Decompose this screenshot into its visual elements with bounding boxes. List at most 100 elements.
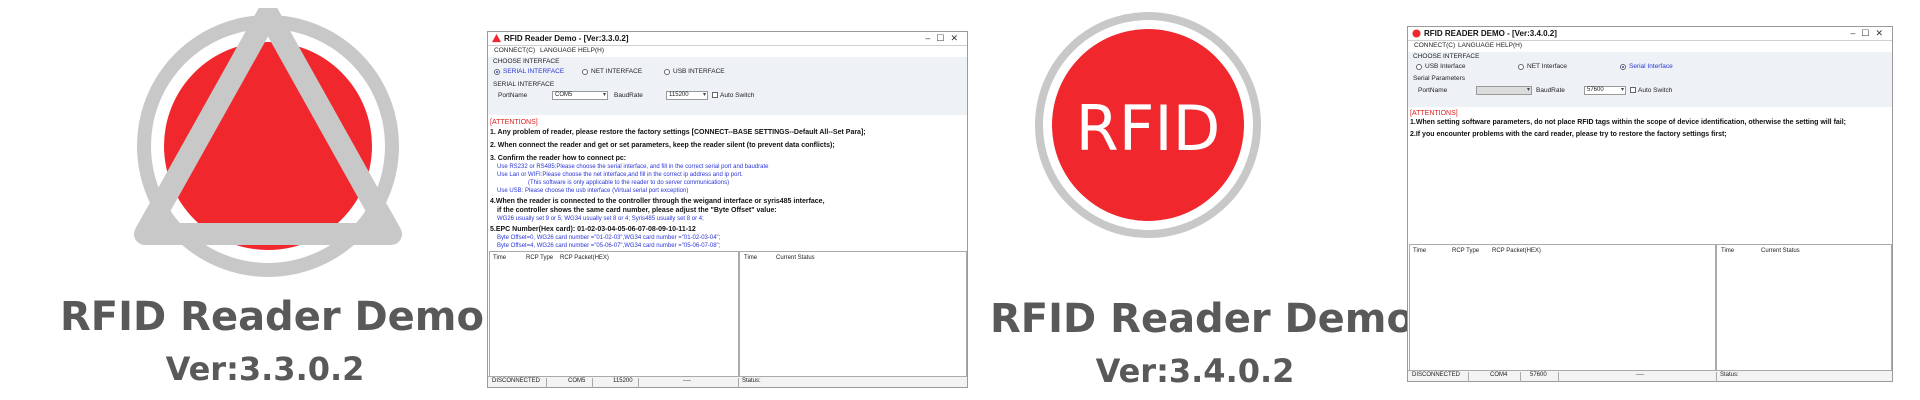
log-header-rcp-type: RCP Type [1452, 248, 1480, 254]
connection-status: DISCONNECTED [492, 378, 541, 384]
usb-interface-radio[interactable] [664, 69, 670, 75]
serial-interface-label[interactable]: Serial Interface [1629, 63, 1673, 70]
app-window-v3402: RFID READER DEMO - [Ver:3.4.0.2] –☐✕ CON… [1407, 26, 1893, 382]
menu-language[interactable]: LANGUAGE [540, 47, 576, 54]
status-port: COM4 [1490, 372, 1508, 378]
auto-switch-checkbox[interactable] [1630, 87, 1636, 93]
status-text: Status: [742, 378, 761, 384]
status-header-current: Current Status [776, 255, 815, 261]
rfid-circle-text: RFID [1075, 92, 1221, 165]
attention-line: Use RS232 or RS485:Please choose the ser… [497, 164, 769, 170]
menu-bar: CONNECT(C) LANGUAGE HELP(H) [1408, 41, 1892, 51]
attention-line: 3. Confirm the reader how to connect pc: [490, 155, 627, 162]
status-extra: ---- [1636, 372, 1644, 378]
window-title: RFID READER DEMO - [Ver:3.4.0.2] [1424, 29, 1557, 38]
app-version-left: Ver:3.3.0.2 [165, 350, 365, 388]
auto-switch-checkbox[interactable] [712, 92, 718, 98]
attention-line: 1. Any problem of reader, please restore… [490, 129, 866, 136]
port-name-select[interactable]: COM5 ▾ [552, 91, 608, 100]
serial-parameters-label: Serial Parameters [1413, 75, 1466, 82]
chevron-down-icon: ▾ [1620, 87, 1624, 93]
window-title: RFID Reader Demo - [Ver:3.3.0.2] [504, 34, 629, 43]
net-interface-label[interactable]: NET INTERFACE [591, 68, 642, 75]
baud-rate-label: BaudRate [1536, 87, 1565, 94]
log-header-time: Time [493, 255, 507, 261]
auto-switch-label[interactable]: Auto Switch [1638, 87, 1672, 94]
status-header-current: Current Status [1761, 248, 1800, 254]
app-version-right: Ver:3.4.0.2 [1095, 352, 1295, 390]
app-window-v3302: RFID Reader Demo - [Ver:3.3.0.2] –☐✕ CON… [487, 31, 968, 388]
attention-line: Byte Offset=4, WG26 card number ="05-06-… [497, 243, 721, 249]
port-name-label: PortName [498, 92, 528, 99]
baud-rate-label: BaudRate [614, 92, 643, 99]
port-name-select[interactable]: ▾ [1476, 86, 1532, 95]
title-bar[interactable]: RFID Reader Demo - [Ver:3.3.0.2] –☐✕ [488, 32, 967, 46]
rcp-packet-log[interactable]: Time RCP Type RCP Packet(HEX) [1409, 244, 1716, 371]
chevron-down-icon: ▾ [602, 92, 606, 98]
status-log[interactable]: Time Current Status [739, 251, 967, 377]
attention-line: 2. When connect the reader and get or se… [490, 142, 835, 149]
chevron-down-icon: ▾ [1526, 87, 1530, 93]
serial-interface-radio[interactable] [494, 69, 500, 75]
status-baud: 115200 [613, 378, 633, 384]
choose-interface-label: CHOOSE INTERFACE [493, 58, 560, 65]
serial-interface-group-label: SERIAL INTERFACE [493, 81, 555, 88]
interface-panel: CHOOSE INTERFACE USB Interface NET Inter… [1408, 52, 1892, 107]
attention-line: 4.When the reader is connected to the co… [490, 198, 825, 205]
attentions-header: [ATTENTIONS] [1410, 110, 1458, 117]
baud-rate-select[interactable]: 57600 ▾ [1584, 86, 1626, 95]
menu-help[interactable]: HELP(H) [1496, 42, 1522, 49]
app-icon [492, 34, 501, 43]
status-bar: DISCONNECTED COM4 57600 ---- Status: [1408, 370, 1892, 382]
port-name-label: PortName [1418, 87, 1448, 94]
status-port: COM5 [568, 378, 586, 384]
menu-connect[interactable]: CONNECT(C) [1414, 42, 1455, 49]
chevron-down-icon: ▾ [702, 92, 706, 98]
attention-line: Byte Offset=0, WG26 card number ="01-02-… [497, 235, 721, 241]
app-title-left: RFID Reader Demo [60, 294, 484, 340]
usb-interface-label[interactable]: USB INTERFACE [673, 68, 725, 75]
menu-connect[interactable]: CONNECT(C) [494, 47, 535, 54]
attention-line: WG26 usually set 9 or 5; WG34 usually se… [497, 216, 704, 222]
auto-switch-label[interactable]: Auto Switch [720, 92, 754, 99]
net-interface-radio[interactable] [582, 69, 588, 75]
status-log[interactable]: Time Current Status [1716, 244, 1892, 371]
menu-bar: CONNECT(C) LANGUAGE HELP(H) [488, 46, 967, 56]
rfid-demo-logo-left [134, 8, 402, 277]
net-interface-label[interactable]: NET Interface [1527, 63, 1567, 70]
choose-interface-label: CHOOSE INTERFACE [1413, 53, 1480, 60]
attention-line: (This software is only applicable to the… [528, 180, 730, 186]
log-header-rcp-type: RCP Type [526, 255, 554, 261]
status-extra: ---- [683, 378, 691, 384]
net-interface-radio[interactable] [1518, 64, 1524, 70]
attention-line: if the controller shows the same card nu… [497, 207, 777, 214]
log-header-time: Time [1413, 248, 1427, 254]
status-text: Status: [1720, 372, 1739, 378]
usb-interface-radio[interactable] [1416, 64, 1422, 70]
attentions-header: [ATTENTIONS] [490, 119, 538, 126]
connection-status: DISCONNECTED [1412, 372, 1461, 378]
attention-line: 2.If you encounter problems with the car… [1410, 131, 1727, 138]
status-baud: 57600 [1530, 372, 1547, 378]
serial-interface-label[interactable]: SERIAL INTERFACE [503, 68, 564, 75]
status-header-time: Time [1721, 248, 1735, 254]
serial-interface-radio[interactable] [1620, 64, 1626, 70]
menu-language[interactable]: LANGUAGE [1458, 42, 1494, 49]
status-bar: DISCONNECTED COM5 115200 ---- Status: [488, 376, 967, 388]
window-controls[interactable]: –☐✕ [925, 33, 964, 44]
rcp-packet-log[interactable]: Time RCP Type RCP Packet(HEX) [489, 251, 739, 377]
title-bar[interactable]: RFID READER DEMO - [Ver:3.4.0.2] –☐✕ [1408, 27, 1892, 41]
app-title-right: RFID Reader Demo [990, 296, 1414, 342]
interface-panel: CHOOSE INTERFACE SERIAL INTERFACE NET IN… [488, 57, 967, 115]
log-header-rcp-packet: RCP Packet(HEX) [560, 255, 609, 261]
baud-rate-select[interactable]: 115200 ▾ [666, 91, 708, 100]
attention-line: 1.When setting software parameters, do n… [1410, 119, 1847, 126]
attention-line: Use USB: Please choose the usb interface… [497, 188, 689, 194]
usb-interface-label[interactable]: USB Interface [1425, 63, 1465, 70]
app-icon [1412, 29, 1421, 38]
attention-line: Use Lan or WIFI:Please choose the net in… [497, 172, 743, 178]
log-header-rcp-packet: RCP Packet(HEX) [1492, 248, 1541, 254]
menu-help[interactable]: HELP(H) [578, 47, 604, 54]
attention-line: 5.EPC Number(Hex card): 01-02-03-04-05-0… [490, 226, 696, 233]
window-controls[interactable]: –☐✕ [1850, 28, 1889, 39]
